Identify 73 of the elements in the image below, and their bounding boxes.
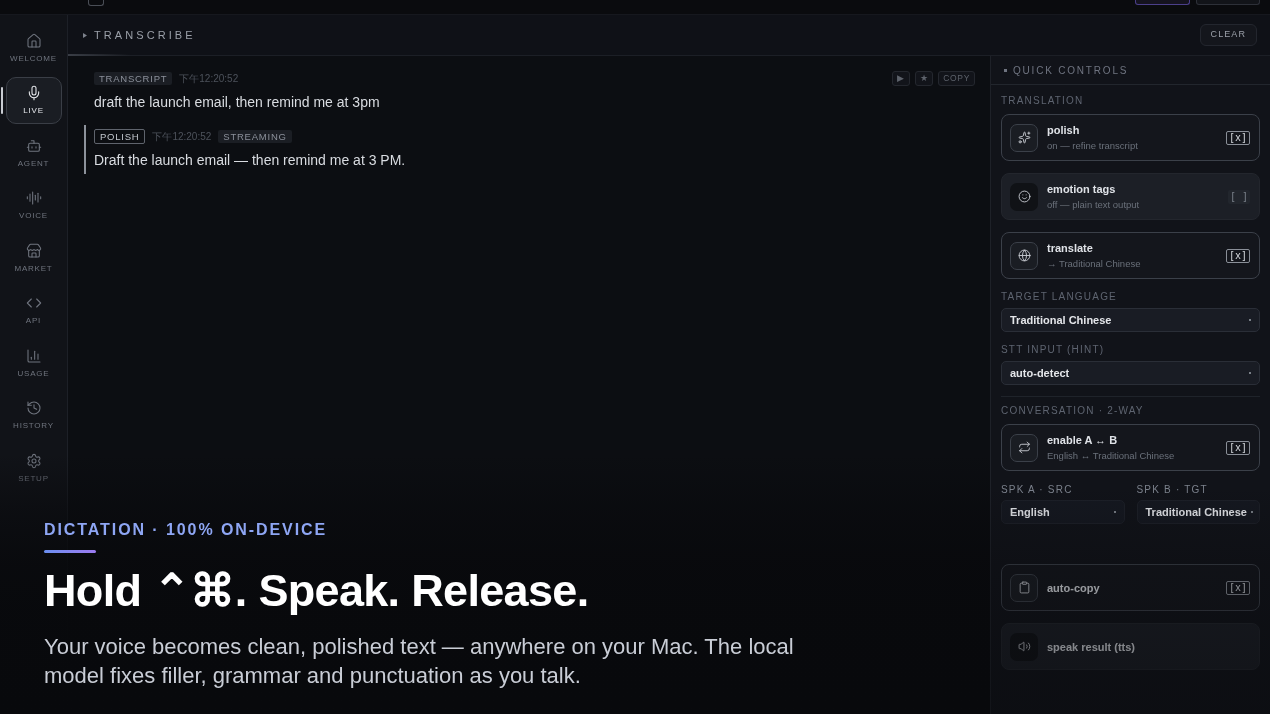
entry-time: 下午12:20:52: [152, 130, 212, 144]
toggle-checkbox[interactable]: [x]: [1225, 580, 1250, 595]
caption-heading: Hold ⌃⌘. Speak. Release.: [44, 566, 589, 616]
repeat-arrows-icon: [1010, 433, 1038, 462]
field-label: SPK A · SRC: [1001, 483, 1074, 497]
section-label: TRANSLATION: [1001, 94, 1085, 108]
home-icon: [25, 32, 42, 49]
bullet-icon: [83, 32, 87, 38]
toggle-title: emotion tags: [1047, 182, 1117, 196]
active-indicator: [1, 86, 3, 114]
dropdown-select[interactable]: Traditional Chinese: [1001, 308, 1260, 332]
nav-item[interactable]: WELCOME: [5, 24, 62, 71]
caption-eyebrow: DICTATION · 100% ON-DEVICE: [44, 521, 328, 539]
accent-bar: [44, 550, 96, 553]
polished-text: Draft the launch email — then remind me at 3 PM.: [94, 151, 407, 170]
toggle-card[interactable]: polish on — refine transcript [x]: [1001, 114, 1260, 161]
toolbar-button[interactable]: [1135, 0, 1190, 5]
section-label: CONVERSATION · 2-WAY: [1001, 396, 1260, 418]
field-label: SPK B · TGT: [1136, 483, 1209, 497]
caption-body: Your voice becomes clean, polished text — anywhere on your Mac. The local model fixes filler, grammar and punctuation as you talk.: [44, 633, 795, 690]
speaker-icon: [1010, 632, 1038, 661]
nav-item[interactable]: AGENT: [5, 129, 62, 176]
toggle-card[interactable]: emotion tags off — plain text output [ ]: [1001, 173, 1260, 220]
bullet-icon: [1004, 68, 1007, 72]
nav-item[interactable]: USAGE: [5, 339, 62, 386]
history-icon: [25, 400, 42, 416]
section-label: STT INPUT (HINT): [1001, 343, 1106, 357]
toggle-card[interactable]: translate → Traditional Chinese [x]: [1001, 232, 1260, 279]
toolbar-button[interactable]: [1196, 0, 1260, 5]
nav-item[interactable]: API: [5, 286, 62, 334]
code-icon: [25, 295, 42, 311]
clipboard-icon: [1010, 573, 1038, 602]
smiley-icon: [1010, 182, 1038, 211]
dropdown-select[interactable]: English: [1001, 500, 1125, 524]
toggle-card[interactable]: speak result (tts): [1001, 623, 1260, 670]
toggle-subtitle: English ↔ Traditional Chinese: [1047, 450, 1176, 462]
toggle-subtitle: off — plain text output: [1047, 199, 1141, 211]
panel-title: QUICK CONTROLS: [1013, 63, 1129, 78]
bar-chart-icon: [25, 347, 42, 364]
nav-item[interactable]: LIVE: [5, 76, 62, 124]
robot-icon: [25, 137, 42, 154]
toggle-title: translate: [1047, 241, 1094, 255]
clear-button[interactable]: CLEAR: [1199, 24, 1257, 46]
entry-tag: TRANSCRIPT: [94, 72, 173, 85]
transcript-text: draft the launch email, then remind me at 3pm: [94, 93, 381, 112]
toggle-subtitle: → Traditional Chinese: [1047, 258, 1142, 270]
sound-wave-icon: [25, 190, 42, 206]
dropdown-select[interactable]: Traditional Chinese: [1136, 500, 1260, 524]
toggle-subtitle: on — refine transcript: [1047, 140, 1139, 152]
toggle-title: auto-copy: [1047, 580, 1101, 595]
toggle-checkbox[interactable]: [ ]: [1227, 189, 1250, 204]
nav-item[interactable]: MARKET: [5, 234, 62, 281]
entry-time: 下午12:20:52: [179, 72, 239, 86]
status-tag: STREAMING: [218, 130, 292, 143]
section-title: TRANSCRIBE: [94, 27, 196, 43]
nav-item[interactable]: VOICE: [5, 181, 62, 229]
store-icon: [25, 242, 42, 259]
toggle-checkbox[interactable]: [x]: [1225, 130, 1250, 145]
globe-icon: [1010, 241, 1038, 270]
app-icon: [88, 0, 104, 6]
nav-item[interactable]: HISTORY: [5, 391, 62, 439]
toggle-title: enable A ↔ B: [1047, 433, 1119, 447]
sparkles-icon: [1010, 123, 1038, 152]
toggle-checkbox[interactable]: [x]: [1225, 248, 1250, 263]
toggle-card[interactable]: enable A ↔ B English ↔ Traditional Chinese [x]: [1001, 424, 1260, 471]
toggle-checkbox[interactable]: [x]: [1225, 440, 1250, 455]
toggle-title: speak result (tts): [1047, 639, 1137, 654]
toggle-title: polish: [1047, 123, 1081, 137]
dropdown-select[interactable]: auto-detect: [1001, 361, 1260, 385]
section-label: TARGET LANGUAGE: [1001, 290, 1118, 304]
entry-tag: POLISH: [94, 129, 146, 144]
settings-icon: [25, 452, 42, 469]
toggle-card[interactable]: auto-copy [x]: [1001, 564, 1260, 611]
